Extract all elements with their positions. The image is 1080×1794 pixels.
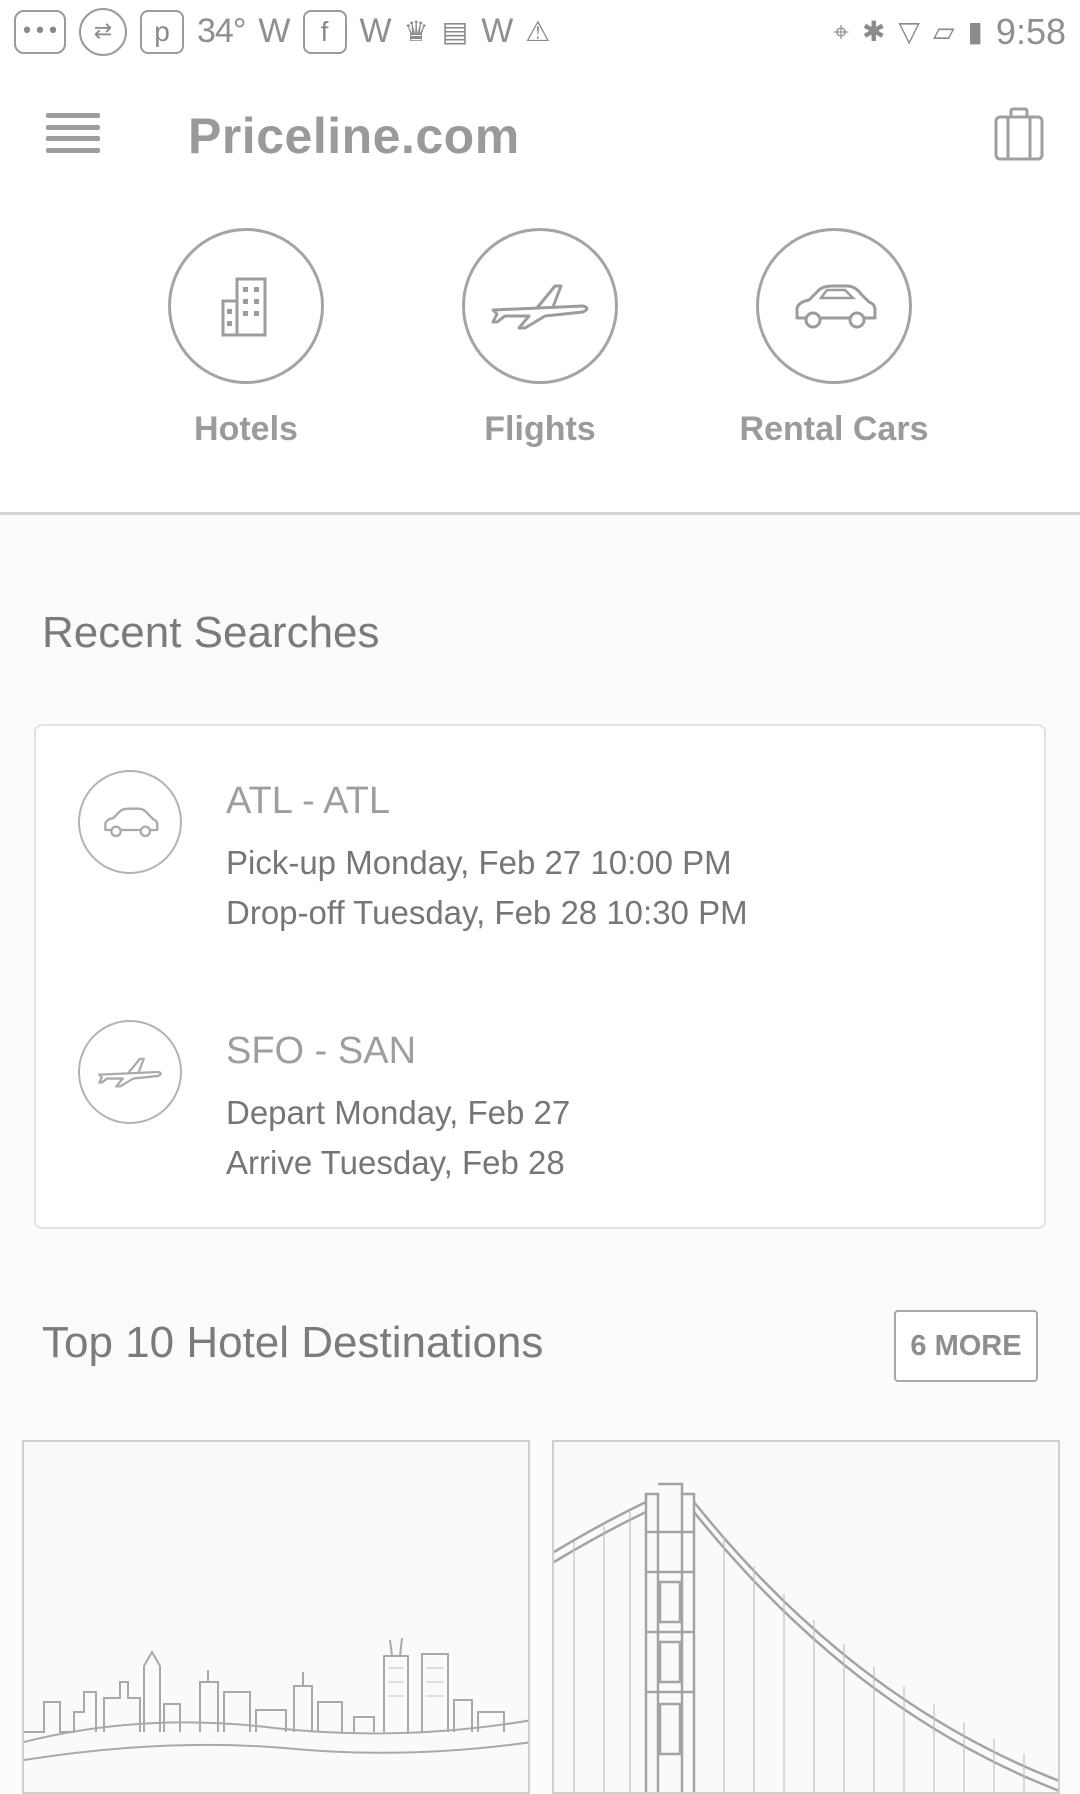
clock: 9:58 bbox=[995, 10, 1066, 52]
crown-icon: ♛ bbox=[403, 15, 429, 48]
weather-icon: W bbox=[359, 12, 392, 50]
rental-cars-button[interactable]: Rental Cars bbox=[714, 228, 954, 449]
recent-search-item[interactable]: SFO - SAN Depart Monday, Feb 27 Arrive T… bbox=[36, 1006, 1048, 1206]
briefcase-icon[interactable] bbox=[990, 105, 1048, 163]
battery-charging-icon: ▮ bbox=[967, 15, 983, 48]
destination-card[interactable] bbox=[552, 1440, 1060, 1794]
recent-search-item[interactable]: ATL - ATL Pick-up Monday, Feb 27 10:00 P… bbox=[36, 756, 1048, 956]
recent-search-route: ATL - ATL bbox=[226, 780, 391, 822]
facebook-icon: f bbox=[302, 9, 347, 54]
news-icon: ▤ bbox=[441, 15, 469, 48]
warning-icon: ⚠ bbox=[525, 15, 551, 48]
location-icon: ⌖ bbox=[833, 14, 849, 48]
city-skyline-image bbox=[24, 1637, 528, 1761]
destination-card[interactable] bbox=[22, 1440, 530, 1794]
airplane-icon bbox=[462, 228, 618, 384]
product-label: Flights bbox=[484, 410, 596, 448]
airplane-icon bbox=[78, 1020, 182, 1124]
more-icon: ••• bbox=[14, 9, 66, 54]
more-destinations-button[interactable]: 6 MORE bbox=[894, 1310, 1038, 1382]
parking-icon: p bbox=[140, 9, 184, 54]
status-bar: ••• ⇄ p 34° W f W ♛ ▤ W ⚠ ⌖ ✱ ▽ ▱ ▮ 9:58 bbox=[0, 0, 1080, 63]
no-sim-icon: ▱ bbox=[932, 15, 955, 48]
hotels-button[interactable]: Hotels bbox=[126, 228, 366, 449]
recent-search-route: SFO - SAN bbox=[226, 1030, 417, 1072]
app-bar: Priceline.com bbox=[0, 63, 1080, 213]
car-icon bbox=[78, 770, 182, 874]
weather-icon: W bbox=[258, 12, 290, 50]
recent-search-detail: Depart Monday, Feb 27 bbox=[226, 1094, 571, 1131]
flights-button[interactable]: Flights bbox=[420, 228, 660, 449]
recent-searches-title: Recent Searches bbox=[42, 608, 380, 657]
top-destinations-title: Top 10 Hotel Destinations bbox=[42, 1318, 544, 1367]
temperature-text: 34° bbox=[197, 12, 246, 50]
recent-search-detail: Pick-up Monday, Feb 27 10:00 PM bbox=[226, 844, 732, 881]
recent-search-detail: Drop-off Tuesday, Feb 28 10:30 PM bbox=[226, 894, 748, 931]
usb-icon: ⇄ bbox=[79, 7, 127, 56]
hotel-icon bbox=[168, 228, 324, 384]
weather-icon: W bbox=[481, 12, 513, 50]
menu-icon[interactable] bbox=[46, 113, 100, 153]
product-label: Rental Cars bbox=[739, 410, 929, 448]
product-label: Hotels bbox=[194, 410, 298, 448]
wifi-icon: ▽ bbox=[898, 15, 920, 48]
recent-searches-card: ATL - ATL Pick-up Monday, Feb 27 10:00 P… bbox=[34, 724, 1046, 1229]
car-icon bbox=[756, 228, 912, 384]
recent-search-detail: Arrive Tuesday, Feb 28 bbox=[226, 1144, 565, 1181]
bluetooth-icon: ✱ bbox=[861, 15, 886, 48]
golden-gate-bridge-image bbox=[554, 1482, 1058, 1792]
product-selector: Hotels Flights Rental Cars bbox=[0, 228, 1080, 448]
app-title: Priceline.com bbox=[188, 108, 520, 164]
